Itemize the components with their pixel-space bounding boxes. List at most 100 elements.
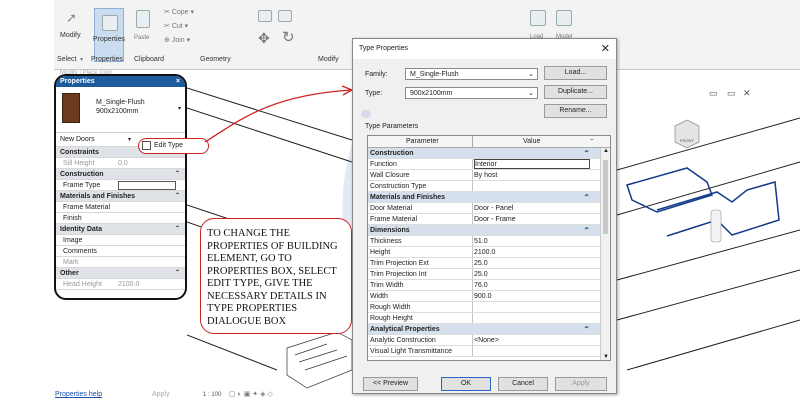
view-scale[interactable]: 1 : 100 xyxy=(203,392,221,398)
property-value[interactable]: 2100.0 xyxy=(118,279,139,290)
cope-tool[interactable]: ✂ Cope ▾ xyxy=(164,6,194,20)
parameter-group-row[interactable]: Analytical Properties ⌃ xyxy=(368,324,610,335)
parameter-group-row[interactable]: Construction ⌃ xyxy=(368,148,610,159)
load-button[interactable]: Load... xyxy=(544,66,607,80)
collapse-icon[interactable]: ⌃ xyxy=(175,191,180,202)
edit-type-button[interactable]: Edit Type xyxy=(138,138,209,154)
type-select[interactable]: 900x2100mm ⌄ xyxy=(405,87,538,99)
parameter-value[interactable]: 900.0 xyxy=(474,291,590,302)
type-selector[interactable]: M_Single-Flush 900x2100mm ▾ xyxy=(56,87,185,133)
property-label: Image xyxy=(63,237,83,244)
select-chevron-icon[interactable]: ▾ xyxy=(80,56,83,63)
align-icon[interactable] xyxy=(258,10,272,22)
rename-button[interactable]: Rename... xyxy=(544,104,607,118)
scroll-thumb[interactable] xyxy=(603,160,608,234)
parameter-row[interactable]: Trim Projection Int 25.0 xyxy=(368,269,610,280)
scroll-down-icon[interactable]: ▼ xyxy=(603,354,609,360)
chevron-down-icon[interactable]: ▾ xyxy=(128,133,131,147)
annotation-callout: TO CHANGE THE PROPERTIES OF BUILDING ELE… xyxy=(200,218,352,334)
collapse-icon[interactable]: ⌃ xyxy=(583,324,590,335)
property-group-row[interactable]: Construction ⌃ xyxy=(56,169,185,180)
properties-button[interactable]: Properties xyxy=(93,8,125,62)
parameter-value[interactable]: Door - Frame xyxy=(474,214,590,225)
parameter-row[interactable]: Rough Width xyxy=(368,302,610,313)
collapse-icon[interactable]: ⌃ xyxy=(175,268,180,279)
column-menu-icon[interactable]: ⁼ xyxy=(590,136,594,148)
property-row[interactable]: Head Height 2100.0 xyxy=(56,279,185,290)
property-row[interactable]: Comments xyxy=(56,246,185,257)
ok-button[interactable]: OK xyxy=(441,377,491,391)
property-row[interactable]: Finish xyxy=(56,213,185,224)
navigation-bar[interactable] xyxy=(710,209,722,243)
view-cube[interactable] xyxy=(674,119,700,149)
parameter-row[interactable]: Door Material Door - Panel xyxy=(368,203,610,214)
parameter-group-row[interactable]: Dimensions ⌃ xyxy=(368,225,610,236)
parameter-row[interactable]: Visual Light Transmittance xyxy=(368,346,610,357)
parameter-row[interactable]: Rough Height xyxy=(368,313,610,324)
collapse-icon[interactable]: ⌃ xyxy=(175,224,180,235)
close-icon[interactable]: ✕ xyxy=(601,42,610,55)
property-row[interactable]: Frame Type xyxy=(56,180,185,191)
property-group-row[interactable]: Other ⌃ xyxy=(56,268,185,279)
properties-help-link[interactable]: Properties help xyxy=(55,391,102,398)
parameter-value[interactable]: 51.0 xyxy=(474,236,590,247)
parameter-group-row[interactable]: Materials and Finishes ⌃ xyxy=(368,192,610,203)
parameter-row[interactable]: Trim Projection Ext 25.0 xyxy=(368,258,610,269)
select-dropdown[interactable]: Select xyxy=(57,56,76,63)
parameter-value[interactable]: 2100.0 xyxy=(474,247,590,258)
close-view-icon[interactable]: ✕ xyxy=(743,88,751,99)
edit-type-icon xyxy=(142,141,151,150)
property-row[interactable]: Sill Height 0.0 xyxy=(56,158,185,169)
property-row[interactable]: Image xyxy=(56,235,185,246)
property-row[interactable]: Mark xyxy=(56,257,185,268)
scroll-up-icon[interactable]: ▲ xyxy=(603,148,609,154)
rotate-icon[interactable]: ↻ xyxy=(282,28,295,46)
minimize-icon[interactable]: ▭ xyxy=(727,88,736,99)
parameter-row[interactable]: Thickness 51.0 xyxy=(368,236,610,247)
move-icon[interactable]: ✥ xyxy=(258,30,270,47)
properties-apply-button[interactable]: Apply xyxy=(152,391,170,398)
cancel-button[interactable]: Cancel xyxy=(498,377,548,391)
column-header-parameter[interactable]: Parameter xyxy=(406,136,439,148)
column-header-value[interactable]: Value xyxy=(523,136,540,148)
parameter-value[interactable]: 25.0 xyxy=(474,269,590,280)
parameter-row[interactable]: Construction Type xyxy=(368,181,610,192)
parameter-value[interactable]: 25.0 xyxy=(474,258,590,269)
property-value[interactable] xyxy=(118,181,176,190)
property-value[interactable]: 0.0 xyxy=(118,158,128,169)
parameter-value[interactable]: By host xyxy=(474,170,590,181)
collapse-icon[interactable]: ⌃ xyxy=(175,169,180,180)
close-icon[interactable]: × xyxy=(176,76,180,87)
chevron-down-icon[interactable]: ▾ xyxy=(178,105,181,112)
collapse-icon[interactable]: ⌃ xyxy=(583,192,590,203)
parameter-row[interactable]: Height 2100.0 xyxy=(368,247,610,258)
parameter-row[interactable]: Wall Closure By host xyxy=(368,170,610,181)
properties-panel: Properties × M_Single-Flush 900x2100mm ▾… xyxy=(54,74,187,300)
property-row[interactable]: Frame Material xyxy=(56,202,185,213)
zoom-in-icon[interactable]: ▭ xyxy=(709,88,718,99)
collapse-icon[interactable]: ⌃ xyxy=(583,148,590,159)
parameter-row[interactable]: Width 900.0 xyxy=(368,291,610,302)
preview-button[interactable]: << Preview xyxy=(363,377,418,391)
parameter-value[interactable]: <None> xyxy=(474,335,590,346)
offset-icon[interactable] xyxy=(278,10,292,22)
parameter-value[interactable]: Door - Panel xyxy=(474,203,590,214)
apply-button[interactable]: Apply xyxy=(555,377,607,391)
join-tool[interactable]: ⊕ Join ▾ xyxy=(164,34,194,48)
collapse-icon[interactable]: ⌃ xyxy=(583,225,590,236)
wall-line xyxy=(626,319,800,371)
parameter-row[interactable]: Trim Width 76.0 xyxy=(368,280,610,291)
view-control-icons[interactable]: ▢ ◐ ▣ ✦ ◈ ◇ xyxy=(229,390,273,398)
duplicate-button[interactable]: Duplicate... xyxy=(544,85,607,99)
family-select[interactable]: M_Single-Flush ⌄ xyxy=(405,68,538,80)
parameter-row[interactable]: Analytic Construction <None> xyxy=(368,335,610,346)
parameter-row[interactable]: Frame Material Door - Frame xyxy=(368,214,610,225)
property-group-row[interactable]: Materials and Finishes ⌃ xyxy=(56,191,185,202)
parameter-value[interactable]: Interior xyxy=(474,159,590,169)
view-cube-label: FRONT xyxy=(680,138,694,143)
cut-tool[interactable]: ✂ Cut ▾ xyxy=(164,20,194,34)
property-group-row[interactable]: Identity Data ⌃ xyxy=(56,224,185,235)
parameter-value[interactable]: 76.0 xyxy=(474,280,590,291)
parameter-row[interactable]: Function Interior xyxy=(368,159,610,170)
grid-scrollbar[interactable]: ▲ ▼ xyxy=(600,148,610,360)
